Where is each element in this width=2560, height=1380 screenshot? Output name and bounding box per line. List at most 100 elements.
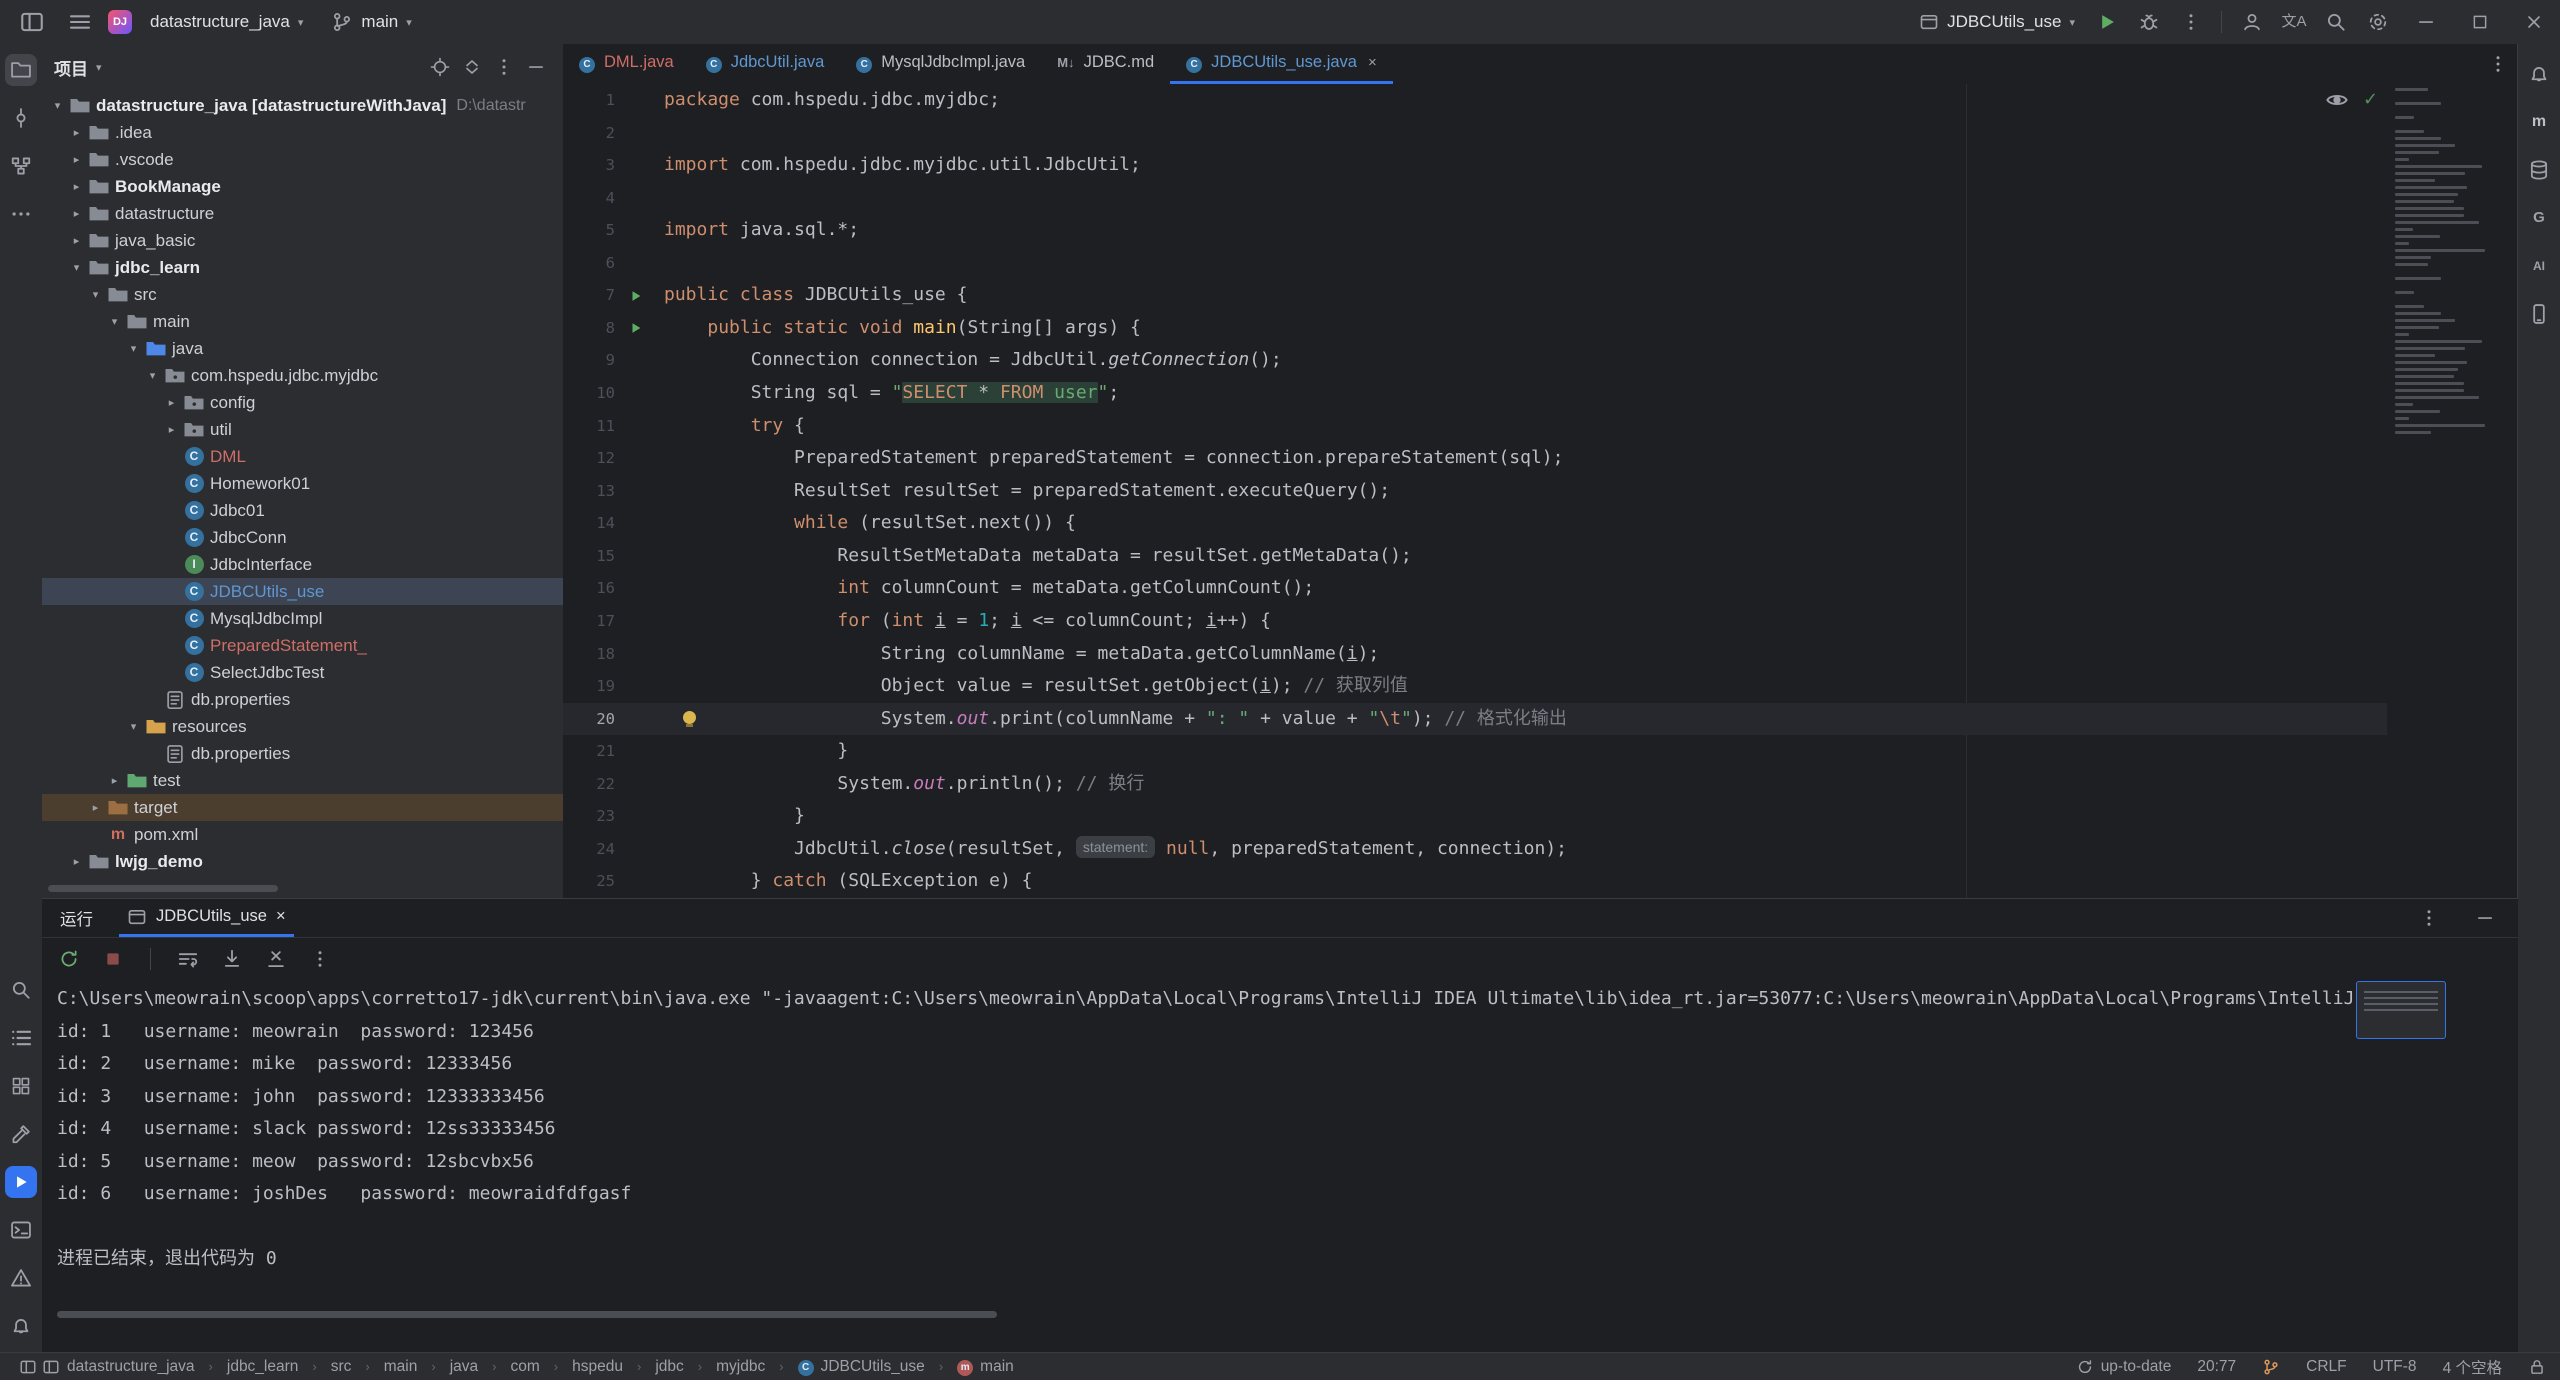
window-menu-button[interactable] xyxy=(12,2,52,42)
run-config-selector[interactable]: JDBCUtils_use ▾ xyxy=(1909,7,2085,37)
code-line-18[interactable]: 18 String columnName = metaData.getColum… xyxy=(563,638,2387,671)
tool-more-tools-button[interactable] xyxy=(5,198,37,230)
tool-project-button[interactable] xyxy=(5,54,37,86)
tree-item-java-basic[interactable]: ▸java_basic xyxy=(42,227,563,254)
tree-item-jdbcinterface[interactable]: IJdbcInterface xyxy=(42,551,563,578)
chevron-down-icon[interactable]: ▾ xyxy=(124,720,143,733)
minimize-button[interactable] xyxy=(2400,0,2452,44)
tree-item-homework01[interactable]: CHomework01 xyxy=(42,470,563,497)
tree-item-jdbc01[interactable]: CJdbc01 xyxy=(42,497,563,524)
tree-item-datastructure[interactable]: ▸datastructure xyxy=(42,200,563,227)
tree-item-db-properties[interactable]: db.properties xyxy=(42,686,563,713)
tree-item-target[interactable]: ▸target xyxy=(42,794,563,821)
console-line-5[interactable]: id: 4 username: slack password: 12ss3333… xyxy=(57,1113,2510,1146)
chevron-right-icon[interactable]: ▸ xyxy=(67,126,86,139)
code-line-17[interactable]: 17 for (int i = 1; i <= columnCount; i++… xyxy=(563,605,2387,638)
code-line-11[interactable]: 11 try { xyxy=(563,410,2387,443)
chevron-down-icon[interactable]: ▾ xyxy=(105,315,124,328)
tree-item-config[interactable]: ▸config xyxy=(42,389,563,416)
run-console[interactable]: C:\Users\meowrain\scoop\apps\corretto17-… xyxy=(57,983,2510,1308)
breadcrumb-item-jdbc[interactable]: jdbc xyxy=(655,1358,683,1376)
code-line-8[interactable]: 8 public static void main(String[] args)… xyxy=(563,312,2387,345)
code-line-25[interactable]: 25 } catch (SQLException e) { xyxy=(563,865,2387,898)
tool-find-button[interactable] xyxy=(5,974,37,1006)
rerun-button[interactable] xyxy=(54,944,84,974)
tool-terminal-button[interactable] xyxy=(5,1214,37,1246)
tool-run-button[interactable] xyxy=(5,1166,37,1198)
tab-dml-java[interactable]: CDML.java xyxy=(563,44,690,84)
tool-ai-assistant-button[interactable]: AI xyxy=(2523,250,2555,282)
close-button[interactable] xyxy=(2508,0,2560,44)
tool-maven-button[interactable]: m xyxy=(2523,106,2555,138)
chevron-right-icon[interactable]: ▸ xyxy=(67,180,86,193)
chevron-down-icon[interactable]: ▾ xyxy=(124,342,143,355)
tool-structure-button[interactable] xyxy=(5,150,37,182)
branch-selector[interactable]: main ▾ xyxy=(321,6,421,38)
caret-position[interactable]: 20:77 xyxy=(2197,1358,2236,1376)
close-icon[interactable]: × xyxy=(276,907,286,926)
chevron-right-icon[interactable]: ▸ xyxy=(67,153,86,166)
breadcrumb-item-hspedu[interactable]: hspedu xyxy=(572,1358,623,1376)
chevron-down-icon[interactable]: ▾ xyxy=(86,288,105,301)
tab-jdbcutil-java[interactable]: CJdbcUtil.java xyxy=(690,44,841,84)
breadcrumb-item-main[interactable]: main xyxy=(384,1358,418,1376)
chevron-down-icon[interactable]: ▾ xyxy=(67,261,86,274)
code-line-6[interactable]: 6 xyxy=(563,247,2387,280)
main-menu-button[interactable] xyxy=(60,2,100,42)
run-panel-more-button[interactable] xyxy=(2414,903,2444,933)
git-branch[interactable] xyxy=(2262,1358,2280,1376)
indent-style[interactable]: 4 个空格 xyxy=(2443,1356,2502,1378)
tree-item-bookmanage[interactable]: ▸BookManage xyxy=(42,173,563,200)
code-line-5[interactable]: 5import java.sql.*; xyxy=(563,214,2387,247)
breadcrumb-item-datastructure-java[interactable]: datastructure_java xyxy=(42,1358,195,1376)
tree-item-preparedstatement[interactable]: CPreparedStatement_ xyxy=(42,632,563,659)
code-line-13[interactable]: 13 ResultSet resultSet = preparedStateme… xyxy=(563,475,2387,508)
tab-jdbc-md[interactable]: M↓JDBC.md xyxy=(1041,44,1170,84)
code-line-14[interactable]: 14 while (resultSet.next()) { xyxy=(563,507,2387,540)
encoding[interactable]: UTF-8 xyxy=(2373,1358,2417,1376)
code-line-23[interactable]: 23 } xyxy=(563,800,2387,833)
chevron-right-icon[interactable]: ▸ xyxy=(86,801,105,814)
run-tab[interactable]: JDBCUtils_use × xyxy=(119,899,294,937)
tab-mysqljdbcimpl-java[interactable]: CMysqlJdbcImpl.java xyxy=(840,44,1041,84)
tab-list-button[interactable] xyxy=(2478,54,2518,74)
debug-button[interactable] xyxy=(2129,2,2169,42)
tree-item-util[interactable]: ▸util xyxy=(42,416,563,443)
tool-notifications-button[interactable] xyxy=(2523,58,2555,90)
maximize-button[interactable] xyxy=(2454,0,2506,44)
console-line-4[interactable]: id: 3 username: john password: 123333334… xyxy=(57,1081,2510,1114)
chevron-down-icon[interactable]: ▾ xyxy=(143,369,162,382)
readonly-lock[interactable] xyxy=(2528,1358,2546,1376)
code-line-9[interactable]: 9 Connection connection = JdbcUtil.getCo… xyxy=(563,344,2387,377)
code-line-10[interactable]: 10 String sql = "SELECT * FROM user"; xyxy=(563,377,2387,410)
soft-wrap-button[interactable] xyxy=(173,944,203,974)
highlighting-eye-icon[interactable] xyxy=(2325,88,2349,112)
stop-button[interactable] xyxy=(98,944,128,974)
tree-item-src[interactable]: ▾src xyxy=(42,281,563,308)
tool-device-manager-button[interactable] xyxy=(2523,298,2555,330)
clear-all-button[interactable] xyxy=(261,944,291,974)
code-line-24[interactable]: 24 JdbcUtil.close(resultSet, statement: … xyxy=(563,833,2387,866)
tool-problems-button[interactable] xyxy=(5,1262,37,1294)
run-button[interactable] xyxy=(2087,2,2127,42)
console-line-3[interactable]: id: 2 username: mike password: 12333456 xyxy=(57,1048,2510,1081)
tree-item-selectjdbctest[interactable]: CSelectJdbcTest xyxy=(42,659,563,686)
select-opened-file-button[interactable] xyxy=(425,52,455,82)
breadcrumb-item-com[interactable]: com xyxy=(511,1358,540,1376)
tree-item-jdbcconn[interactable]: CJdbcConn xyxy=(42,524,563,551)
code-line-16[interactable]: 16 int columnCount = metaData.getColumnC… xyxy=(563,572,2387,605)
tab-jdbcutils-use-java[interactable]: CJDBCUtils_use.java× xyxy=(1170,44,1393,84)
hide-panel-button[interactable] xyxy=(521,52,551,82)
breadcrumb-item-java[interactable]: java xyxy=(450,1358,478,1376)
project-selector[interactable]: datastructure_java ▾ xyxy=(140,7,313,37)
breadcrumb-item-jdbcutils-use[interactable]: CJDBCUtils_use xyxy=(798,1357,925,1376)
console-scroll-preview[interactable] xyxy=(2356,981,2446,1039)
tree-item-java[interactable]: ▾java xyxy=(42,335,563,362)
tree-item-resources[interactable]: ▾resources xyxy=(42,713,563,740)
code-line-12[interactable]: 12 PreparedStatement preparedStatement =… xyxy=(563,442,2387,475)
tree-item-test[interactable]: ▸test xyxy=(42,767,563,794)
editor-minimap[interactable] xyxy=(2387,84,2505,898)
console-line-6[interactable]: id: 5 username: meow password: 12sbcvbx5… xyxy=(57,1146,2510,1179)
sync-status[interactable]: up-to-date xyxy=(2076,1358,2172,1376)
code-line-1[interactable]: 1package com.hspedu.jdbc.myjdbc; xyxy=(563,84,2387,117)
